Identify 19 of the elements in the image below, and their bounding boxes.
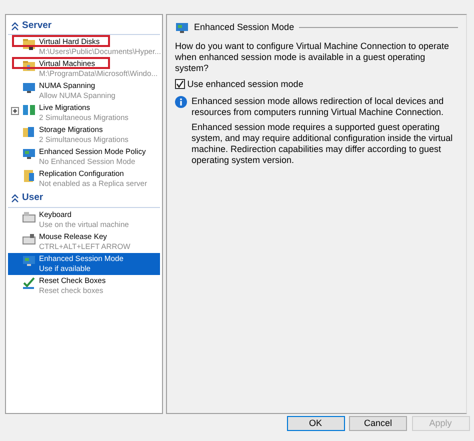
monitor-icon bbox=[22, 147, 36, 162]
collapse-icon[interactable] bbox=[11, 193, 19, 204]
monitor-icon bbox=[22, 81, 36, 96]
monitor-icon bbox=[22, 254, 36, 268]
expand-icon[interactable] bbox=[11, 107, 19, 116]
info-text: Enhanced session mode requires a supported guest operating system, and may require additional configuration inside the virtual machine. Redirection capabilities may differ according to guest operating system version. bbox=[192, 122, 454, 166]
checkbox-label[interactable]: Use enhanced session mode bbox=[187, 78, 304, 91]
dialog-button[interactable]: OK bbox=[286, 416, 344, 432]
info-text: Enhanced session mode allows redirection of local devices and resources from computers running Virtual Machine Connection. bbox=[192, 96, 445, 118]
collapse-icon[interactable] bbox=[11, 21, 19, 32]
question-text: How do you want to configure Virtual Machine Connection to operate when enhanced session mode is available in a guest operating system? bbox=[175, 40, 450, 74]
monitor-icon bbox=[175, 22, 189, 34]
section-header[interactable]: User bbox=[8, 190, 160, 208]
checkbox[interactable] bbox=[175, 79, 185, 90]
dialog-button[interactable]: Cancel bbox=[349, 416, 407, 432]
panel-title: Enhanced Session Mode bbox=[194, 21, 294, 34]
checkmark-icon bbox=[22, 276, 36, 290]
section-header[interactable]: Server bbox=[8, 18, 160, 36]
info-icon bbox=[175, 96, 187, 108]
